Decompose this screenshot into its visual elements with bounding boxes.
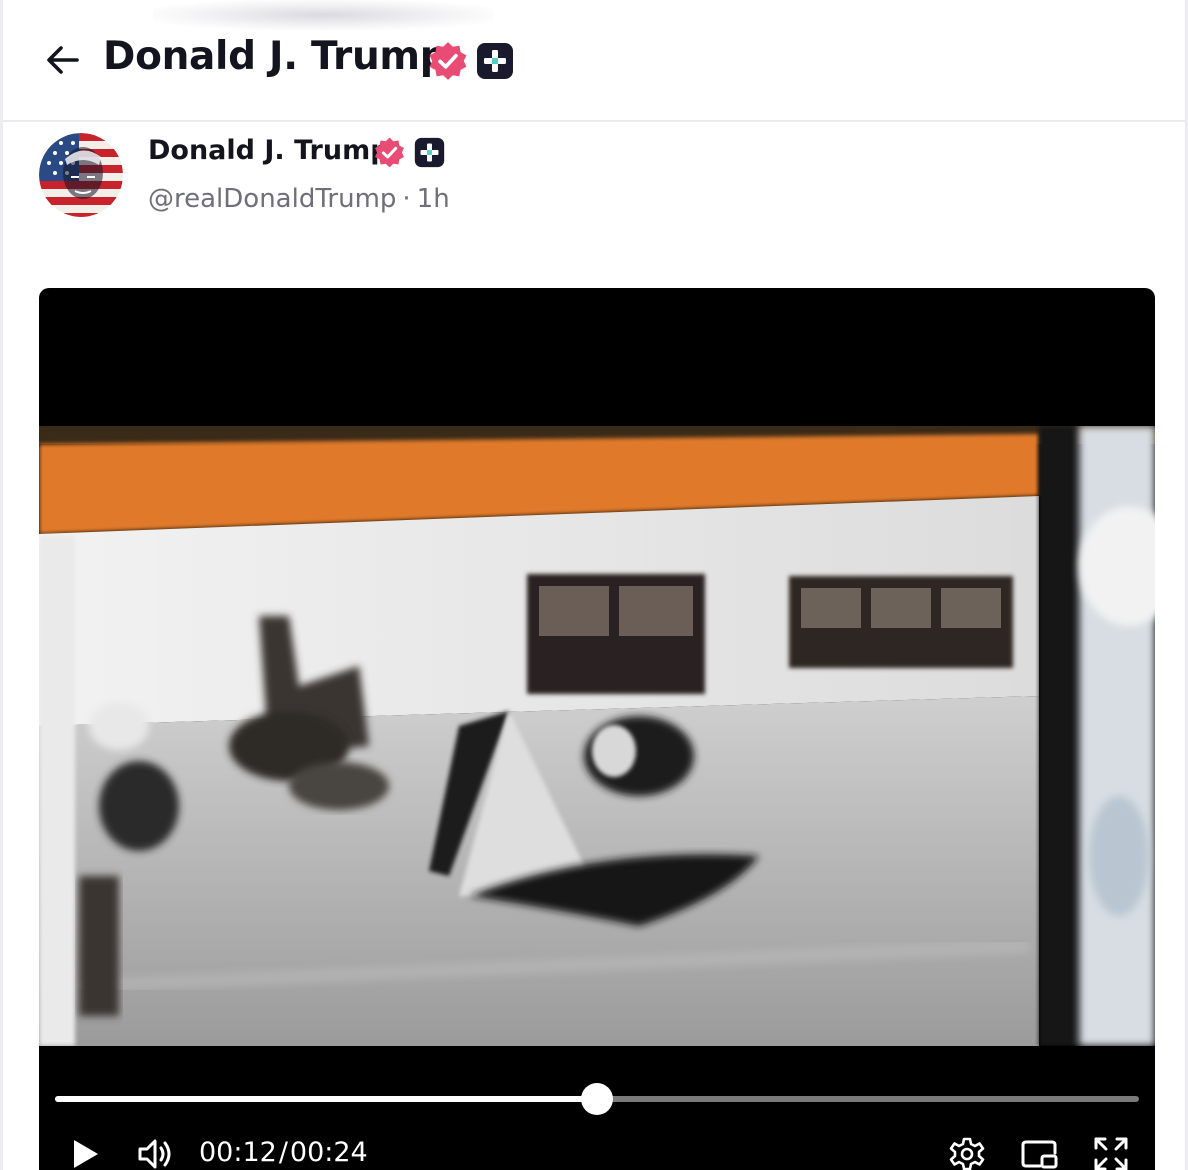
author-name[interactable]: Donald J. Trump — [148, 135, 390, 166]
play-button[interactable] — [65, 1134, 105, 1170]
fullscreen-button[interactable] — [1091, 1134, 1131, 1170]
play-icon — [74, 1140, 98, 1168]
video-duration: 00:24 — [289, 1137, 368, 1168]
verified-badge-icon — [429, 42, 467, 80]
truth-plus-icon — [477, 43, 513, 79]
picture-in-picture-button[interactable] — [1019, 1134, 1059, 1170]
arrow-left-icon — [47, 46, 79, 74]
video-progress-fill — [55, 1096, 597, 1102]
avatar-image — [39, 133, 123, 217]
settings-icon — [949, 1137, 985, 1170]
volume-button[interactable] — [135, 1134, 175, 1170]
post-meta: @realDonaldTrump · 1h — [148, 184, 450, 214]
video-frame[interactable] — [39, 426, 1155, 1046]
meta-separator: · — [402, 184, 411, 214]
picture-in-picture-icon — [1021, 1140, 1058, 1169]
video-scrubber-handle[interactable] — [581, 1083, 613, 1115]
avatar[interactable] — [39, 133, 123, 217]
video-time-separator: / — [278, 1137, 288, 1168]
video-player[interactable]: 00:12/00:24 — [39, 288, 1155, 1170]
page-header: Donald J. Trump — [3, 0, 1185, 122]
video-current-time: 00:12 — [199, 1137, 277, 1168]
post-timestamp[interactable]: 1h — [417, 184, 450, 214]
settings-button[interactable] — [947, 1134, 987, 1170]
post-page: Donald J. Trump Donald J. Trump @realDon… — [0, 0, 1188, 1170]
verified-badge-icon — [374, 137, 405, 168]
page-title: Donald J. Trump — [103, 34, 448, 79]
volume-icon — [138, 1139, 171, 1169]
back-button[interactable] — [41, 38, 85, 82]
video-progress-bar[interactable] — [55, 1083, 1139, 1115]
header-blur-overlay — [153, 0, 493, 30]
truth-plus-icon — [414, 137, 445, 168]
video-time: 00:12/00:24 — [199, 1137, 368, 1168]
author-handle[interactable]: @realDonaldTrump — [148, 184, 396, 214]
fullscreen-icon — [1094, 1137, 1128, 1170]
